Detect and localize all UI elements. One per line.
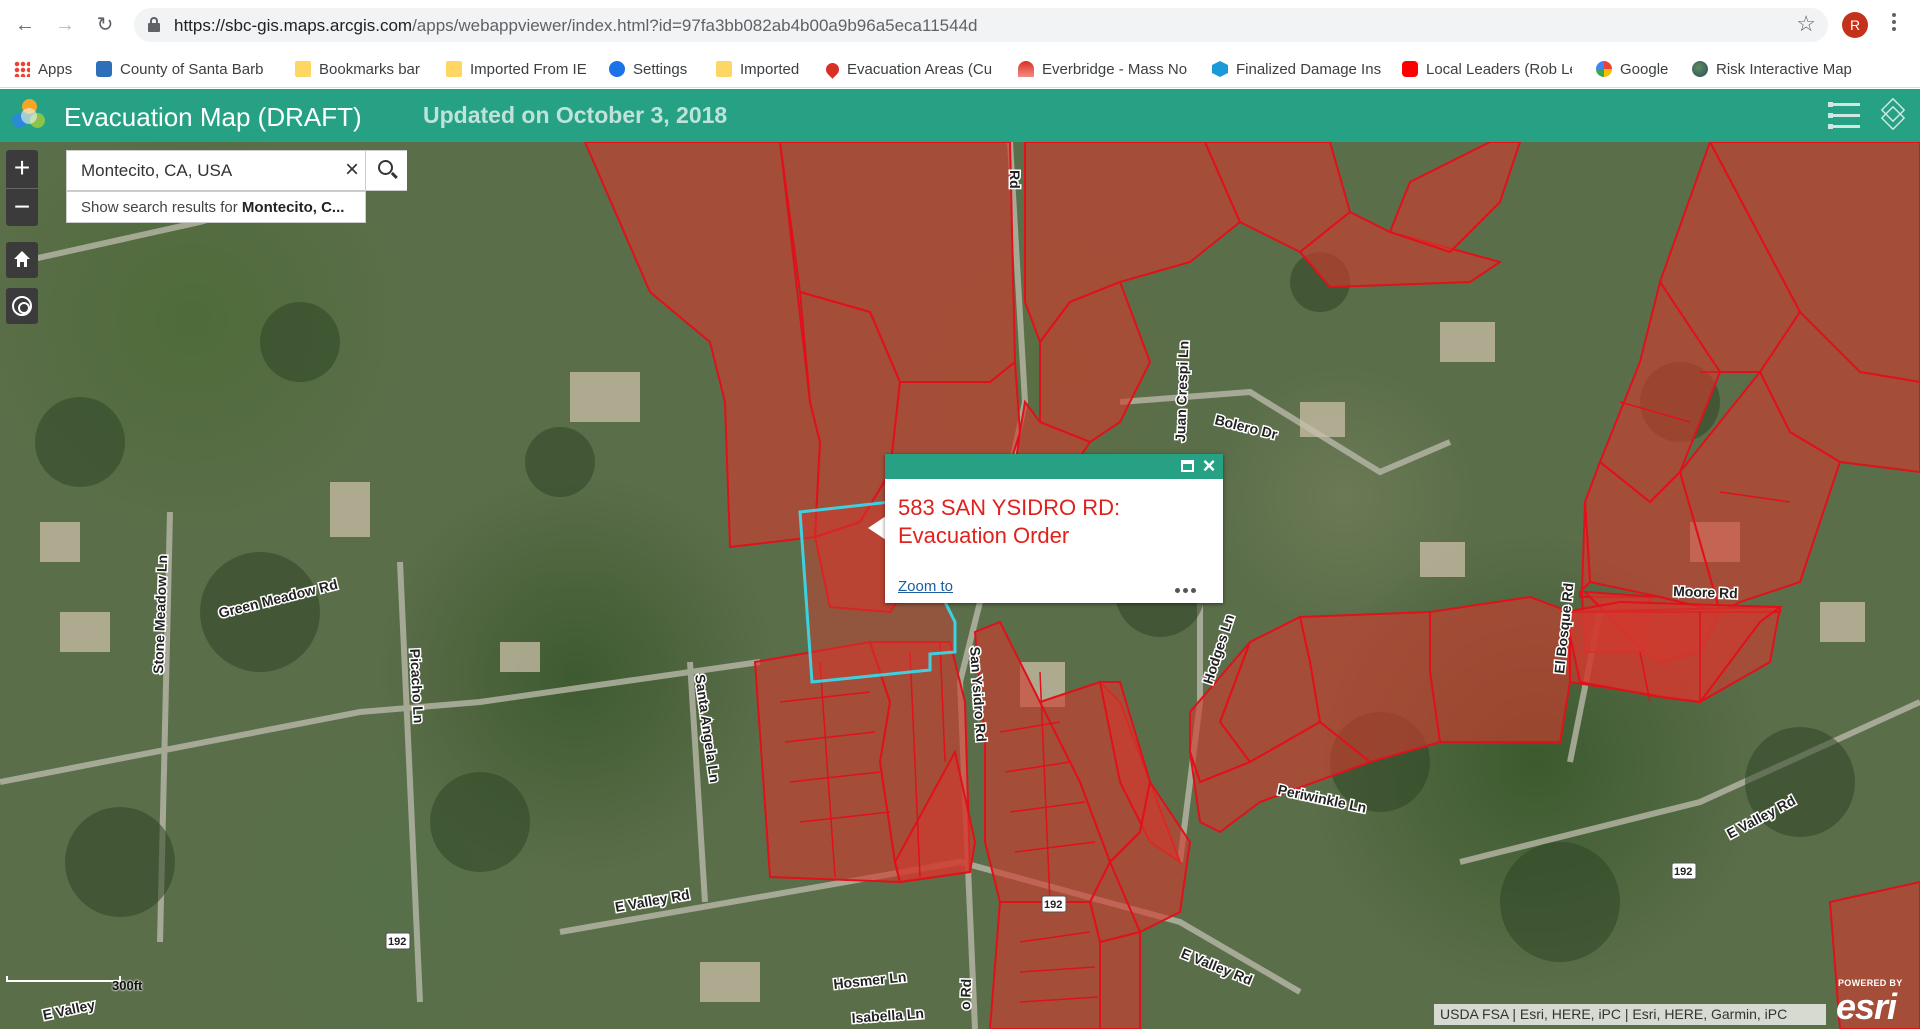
- feature-popup: × 583 SAN YSIDRO RD: Evacuation Order Zo…: [885, 454, 1223, 603]
- google-icon: [1596, 61, 1612, 77]
- zoom-control: + −: [6, 150, 38, 226]
- bookmark-everbridge[interactable]: Everbridge - Mass No: [1018, 59, 1190, 79]
- map-pin-icon: [826, 59, 842, 79]
- bookmark-imported-from-ie[interactable]: Imported From IE: [446, 59, 587, 79]
- app-header: Evacuation Map (DRAFT) Updated on Octobe…: [0, 89, 1920, 142]
- locate-button[interactable]: [6, 288, 38, 324]
- zoom-to-link[interactable]: Zoom to: [898, 578, 953, 595]
- folder-icon: [446, 61, 462, 77]
- road-label: Rd: [1007, 170, 1023, 189]
- road-label: o Rd: [957, 978, 974, 1010]
- browser-toolbar: ← → ↻ https://sbc-gis.maps.arcgis.com/ap…: [0, 0, 1920, 50]
- back-arrow-icon[interactable]: ←: [12, 12, 38, 38]
- county-icon: [96, 61, 112, 77]
- app-title: Evacuation Map (DRAFT): [64, 102, 362, 132]
- address-bar[interactable]: https://sbc-gis.maps.arcgis.com/apps/web…: [134, 8, 1828, 42]
- close-icon[interactable]: ×: [1199, 455, 1219, 477]
- home-button[interactable]: [6, 242, 38, 278]
- legend-list-icon[interactable]: [1828, 100, 1860, 132]
- bookmarks-bar: Apps County of Santa Barb Bookmarks bar …: [0, 50, 1920, 88]
- bookmark-settings[interactable]: Settings: [609, 59, 687, 79]
- bookmark-risk-map[interactable]: Risk Interactive Map: [1692, 59, 1852, 79]
- url-text[interactable]: https://sbc-gis.maps.arcgis.com/apps/web…: [174, 16, 977, 36]
- road-label: Isabella Ln: [851, 1005, 924, 1026]
- search-widget: ×: [66, 150, 407, 191]
- road-label: E Valley Rd: [1179, 945, 1255, 988]
- bookmark-finalized-damage[interactable]: Finalized Damage Ins: [1212, 59, 1384, 79]
- bookmark-county[interactable]: County of Santa Barb: [96, 59, 271, 79]
- road-label: E Valley: [41, 996, 96, 1023]
- road-label: Picacho Ln: [407, 648, 427, 723]
- zoom-in-button[interactable]: +: [6, 150, 38, 188]
- maximize-icon[interactable]: [1181, 460, 1194, 472]
- popup-title-bar: ×: [885, 454, 1223, 479]
- app-logo-icon: [12, 99, 46, 133]
- scale-bar: 300ft: [6, 976, 142, 996]
- browser-menu-icon[interactable]: [1884, 10, 1904, 40]
- more-actions-icon[interactable]: [1175, 580, 1205, 593]
- reload-icon[interactable]: ↻: [92, 12, 118, 38]
- road-label: Bolero Dr: [1213, 411, 1279, 442]
- bookmark-local-leaders[interactable]: Local Leaders (Rob Le: [1402, 59, 1572, 79]
- profile-avatar[interactable]: R: [1842, 12, 1868, 38]
- gear-icon: [609, 61, 625, 77]
- youtube-icon: [1402, 61, 1418, 77]
- road-label: Moore Rd: [1673, 583, 1738, 601]
- popup-title: 583 SAN YSIDRO RD: Evacuation Order: [898, 495, 1121, 548]
- search-suggestion[interactable]: Show search results for Montecito, C...: [66, 191, 366, 223]
- highway-number: 192: [388, 936, 406, 948]
- folder-icon: [716, 61, 732, 77]
- layers-icon[interactable]: [1878, 97, 1910, 132]
- clear-search-icon[interactable]: ×: [341, 158, 363, 182]
- forward-arrow-icon[interactable]: →: [52, 12, 78, 38]
- bookmark-bookmarks-bar[interactable]: Bookmarks bar: [295, 59, 420, 79]
- popup-pointer: [868, 516, 886, 540]
- bookmark-apps[interactable]: Apps: [14, 59, 72, 79]
- highway-number: 192: [1674, 866, 1692, 878]
- search-input[interactable]: [68, 152, 364, 189]
- bookmark-evacuation-areas[interactable]: Evacuation Areas (Cu: [826, 59, 996, 79]
- esri-wordmark: esri: [1836, 986, 1897, 1027]
- search-button[interactable]: [365, 151, 407, 190]
- bookmark-imported[interactable]: Imported: [716, 59, 799, 79]
- highway-number: 192: [1044, 899, 1062, 911]
- apps-grid-icon: [14, 61, 30, 77]
- bookmark-star-icon[interactable]: ☆: [1796, 11, 1816, 37]
- road-label: Hosmer Ln: [833, 968, 907, 992]
- home-icon: [14, 251, 30, 267]
- folder-icon: [295, 61, 311, 77]
- search-icon: [378, 160, 393, 175]
- locate-icon: [12, 296, 32, 316]
- app-subtitle: Updated on October 3, 2018: [423, 102, 728, 128]
- esri-logo[interactable]: POWERED BY esri: [1834, 976, 1918, 1027]
- map-attribution: USDA FSA | Esri, HERE, iPC | Esri, HERE,…: [1434, 1004, 1826, 1025]
- everbridge-icon: [1018, 61, 1034, 77]
- bookmark-google[interactable]: Google: [1596, 59, 1668, 79]
- globe-icon: [1692, 61, 1708, 77]
- finalized-icon: [1212, 61, 1228, 77]
- zoom-out-button[interactable]: −: [6, 188, 38, 226]
- lock-icon: [148, 17, 160, 32]
- road-label: Juan Crespi Ln: [1172, 340, 1192, 442]
- scale-label: 300ft: [112, 978, 143, 993]
